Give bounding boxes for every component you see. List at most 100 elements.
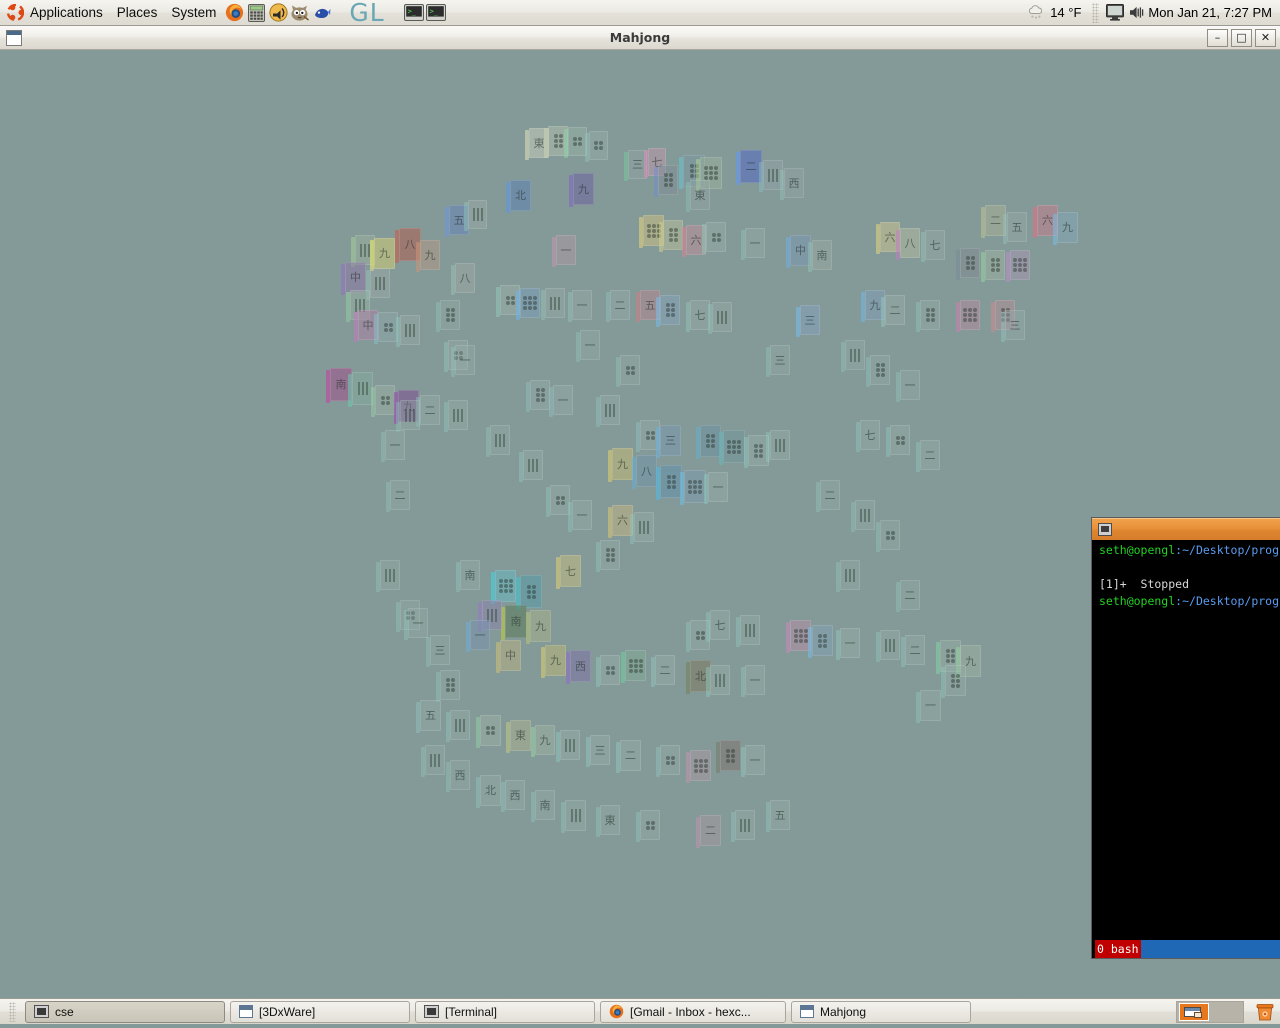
taskbar-grip[interactable] bbox=[9, 1002, 16, 1022]
mahjong-tile[interactable] bbox=[658, 165, 678, 195]
mahjong-tile[interactable] bbox=[640, 810, 660, 840]
mahjong-tile[interactable]: 一 bbox=[745, 228, 765, 258]
mahjong-tile[interactable] bbox=[920, 300, 940, 330]
mahjong-tile[interactable]: 中 bbox=[500, 640, 521, 671]
trash-icon[interactable] bbox=[1254, 1001, 1276, 1023]
mahjong-tile[interactable] bbox=[1010, 250, 1030, 280]
terminal-output[interactable]: seth@opengl:~/Desktop/prog [1]+ Stoppeds… bbox=[1095, 540, 1280, 940]
mahjong-tile[interactable] bbox=[740, 615, 760, 645]
mahjong-tile[interactable] bbox=[735, 810, 755, 840]
mahjong-tile[interactable]: 西 bbox=[505, 780, 525, 810]
mahjong-tile[interactable]: 一 bbox=[580, 330, 600, 360]
mahjong-tile[interactable] bbox=[700, 425, 721, 457]
mahjong-tile[interactable]: 一 bbox=[408, 608, 428, 638]
mahjong-tile[interactable]: 三 bbox=[800, 305, 820, 335]
mahjong-tile[interactable]: 南 bbox=[812, 240, 832, 270]
mahjong-tile[interactable]: 西 bbox=[570, 650, 591, 682]
menu-applications[interactable]: Applications bbox=[0, 1, 110, 25]
mahjong-tile[interactable] bbox=[370, 268, 390, 298]
mahjong-tile[interactable] bbox=[660, 465, 682, 498]
mahjong-tile[interactable] bbox=[706, 222, 726, 252]
mahjong-tile[interactable] bbox=[468, 200, 487, 229]
mahjong-tile[interactable]: 五 bbox=[770, 800, 790, 830]
mahjong-tile[interactable]: 北 bbox=[480, 775, 501, 806]
workspace-switcher[interactable] bbox=[1176, 1001, 1244, 1023]
mahjong-tile[interactable]: 七 bbox=[560, 555, 581, 587]
mahjong-tile[interactable] bbox=[560, 730, 580, 760]
mahjong-tile[interactable]: 三 bbox=[660, 425, 681, 456]
mahjong-tile[interactable]: 二 bbox=[420, 395, 440, 425]
mahjong-game-canvas[interactable]: 東三七二西北九東五六一中南六八七二五六九九八九一中八一二五七三九二三中南九二一三… bbox=[0, 50, 1280, 998]
mahjong-tile[interactable]: 五 bbox=[1007, 212, 1027, 242]
mahjong-tile[interactable] bbox=[523, 450, 543, 480]
mahjong-tile[interactable]: 三 bbox=[590, 735, 610, 765]
mahjong-tile[interactable]: 九 bbox=[545, 645, 566, 676]
mahjong-tile[interactable] bbox=[634, 512, 654, 542]
terminal-launcher-icon-1[interactable]: >_ bbox=[403, 2, 425, 24]
mahjong-tile[interactable] bbox=[600, 655, 620, 685]
mahjong-tile[interactable]: 南 bbox=[505, 605, 527, 638]
mahjong-tile[interactable]: 八 bbox=[636, 455, 657, 487]
mahjong-tile[interactable]: 一 bbox=[470, 620, 490, 650]
mahjong-tile[interactable]: 七 bbox=[925, 230, 945, 260]
mahjong-tile[interactable]: 三 bbox=[770, 345, 790, 375]
mahjong-tile[interactable] bbox=[440, 670, 460, 700]
mahjong-tile[interactable] bbox=[589, 131, 608, 160]
mahjong-tile[interactable] bbox=[770, 430, 790, 460]
mahjong-tile[interactable]: 二 bbox=[390, 480, 410, 510]
volume-speaker-icon[interactable] bbox=[1126, 2, 1148, 24]
mahjong-tile[interactable] bbox=[550, 485, 570, 515]
mahjong-tile[interactable] bbox=[845, 340, 865, 370]
mahjong-tile[interactable]: 一 bbox=[745, 665, 765, 695]
mahjong-tile[interactable]: 九 bbox=[535, 725, 555, 755]
mahjong-tile[interactable] bbox=[450, 710, 470, 740]
mahjong-tile[interactable]: 八 bbox=[455, 263, 475, 293]
task-cse[interactable]: cse bbox=[25, 1001, 225, 1023]
mahjong-tile[interactable]: 二 bbox=[885, 295, 905, 325]
mahjong-tile[interactable] bbox=[352, 372, 373, 405]
mahjong-tile[interactable] bbox=[855, 500, 875, 530]
mahjong-tile[interactable]: 二 bbox=[905, 635, 925, 665]
mahjong-tile[interactable]: 九 bbox=[530, 610, 551, 642]
mahjong-tile[interactable]: 三 bbox=[1005, 310, 1025, 340]
mahjong-tile[interactable] bbox=[880, 630, 900, 660]
mahjong-tile[interactable]: 二 bbox=[620, 740, 641, 771]
mahjong-tile[interactable]: 九 bbox=[420, 240, 440, 270]
mahjong-tile[interactable] bbox=[520, 288, 540, 318]
mahjong-tile[interactable] bbox=[660, 745, 680, 775]
mahjong-tile[interactable] bbox=[720, 740, 741, 771]
mahjong-tile[interactable]: 東 bbox=[600, 805, 620, 835]
mahjong-tile[interactable] bbox=[960, 248, 980, 278]
mahjong-tile[interactable]: 南 bbox=[535, 790, 555, 820]
mahjong-tile[interactable]: 西 bbox=[450, 760, 470, 790]
mahjong-tile[interactable] bbox=[890, 425, 910, 455]
gimp-icon[interactable] bbox=[289, 2, 311, 24]
mahjong-tile[interactable] bbox=[723, 430, 745, 463]
mahjong-tile[interactable]: 南 bbox=[460, 560, 480, 590]
task-terminal[interactable]: [Terminal] bbox=[415, 1001, 595, 1023]
mahjong-tile[interactable]: 九 bbox=[573, 173, 594, 205]
mahjong-tile[interactable]: 一 bbox=[455, 345, 475, 375]
mahjong-tile[interactable] bbox=[840, 560, 860, 590]
mahjong-tile[interactable] bbox=[378, 312, 398, 342]
menu-places[interactable]: Places bbox=[110, 1, 165, 25]
mahjong-tile[interactable]: 一 bbox=[745, 745, 765, 775]
mahjong-tile[interactable] bbox=[945, 665, 966, 696]
mahjong-tile[interactable] bbox=[400, 315, 420, 345]
mahjong-tile[interactable] bbox=[545, 288, 565, 318]
mahjong-tile[interactable]: 五 bbox=[420, 700, 441, 731]
menu-system[interactable]: System bbox=[164, 1, 223, 25]
mahjong-tile[interactable]: 一 bbox=[840, 628, 860, 658]
mahjong-tile[interactable]: 二 bbox=[920, 440, 940, 470]
mahjong-tile[interactable] bbox=[520, 575, 542, 608]
mahjong-tile[interactable]: 一 bbox=[572, 500, 592, 530]
minimize-button[interactable]: – bbox=[1207, 29, 1228, 47]
mahjong-tile[interactable]: 一 bbox=[920, 690, 941, 721]
mahjong-tile[interactable]: 中 bbox=[345, 262, 366, 293]
weather-applet[interactable]: 14 °F bbox=[1027, 4, 1087, 22]
terminal-launcher-icon-2[interactable]: >_ bbox=[425, 2, 447, 24]
terminal-titlebar[interactable] bbox=[1092, 518, 1280, 540]
calculator-icon[interactable] bbox=[245, 2, 267, 24]
mahjong-tile[interactable] bbox=[663, 220, 683, 250]
mahjong-tile[interactable] bbox=[380, 560, 400, 590]
